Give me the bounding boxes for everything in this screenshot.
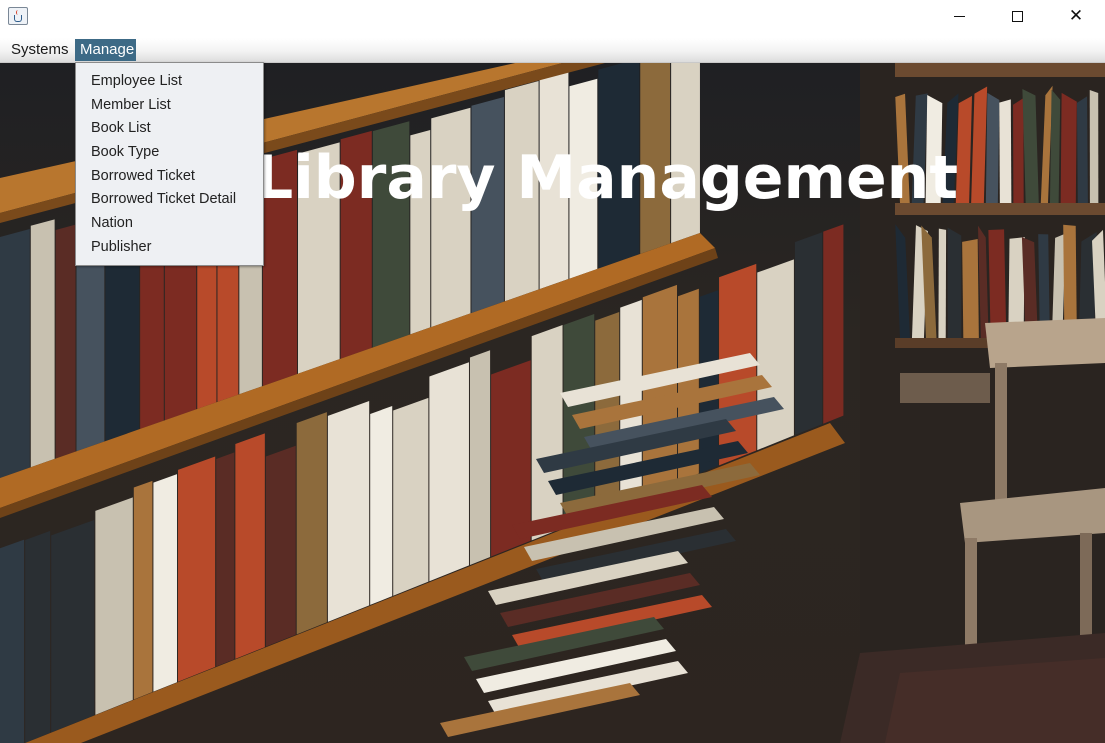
book-spine	[1076, 96, 1088, 203]
book-spine	[55, 224, 76, 459]
close-button[interactable]: ✕	[1047, 0, 1105, 32]
menu-item-book-list[interactable]: Book List	[76, 117, 263, 141]
maximize-icon	[1011, 10, 1023, 22]
minimize-button[interactable]	[930, 0, 988, 32]
book-spine	[938, 228, 947, 338]
minimize-icon	[953, 15, 965, 17]
book-spine	[1013, 98, 1024, 203]
app-window: ✕ Library Management Systems Manage Empl…	[0, 0, 1105, 743]
menu-systems[interactable]: Systems	[6, 39, 74, 61]
menu-item-borrowed-ticket[interactable]: Borrowed Ticket	[76, 165, 263, 189]
menu-bar: Systems Manage	[0, 38, 1105, 63]
book-spine	[153, 474, 178, 692]
book-spine	[178, 456, 216, 682]
book-spine	[794, 232, 823, 436]
book-spine	[757, 259, 794, 451]
page-heading: Library Management	[255, 143, 959, 213]
book-spine	[823, 224, 844, 424]
menu-item-nation[interactable]: Nation	[76, 212, 263, 236]
book-spine	[296, 412, 327, 635]
book-spine	[327, 401, 370, 622]
book-spine	[235, 433, 265, 659]
book-spine	[51, 519, 95, 733]
book-spine	[999, 99, 1012, 203]
book-spine	[429, 362, 469, 582]
java-app-icon	[8, 7, 28, 25]
book-spine	[962, 239, 979, 338]
book-spine	[393, 397, 429, 596]
menu-item-borrowed-ticket-detail[interactable]: Borrowed Ticket Detail	[76, 188, 263, 212]
book-spine	[30, 219, 55, 468]
book-spine	[1060, 92, 1077, 203]
book-spine	[947, 227, 962, 338]
menu-item-employee-list[interactable]: Employee List	[76, 70, 263, 94]
book-spine	[531, 325, 563, 541]
book-spine	[370, 406, 393, 605]
book-spine	[95, 497, 133, 715]
menu-item-member-list[interactable]: Member List	[76, 94, 263, 118]
book-spine	[699, 290, 719, 474]
book-spine	[216, 452, 235, 667]
book-spine	[988, 229, 1007, 338]
manage-dropdown-menu: Employee List Member List Book List Book…	[75, 62, 264, 266]
book-spine	[25, 530, 51, 743]
book-spine	[1049, 89, 1061, 203]
menu-item-publisher[interactable]: Publisher	[76, 236, 263, 260]
menu-manage[interactable]: Manage	[75, 39, 136, 61]
book-spine	[469, 350, 491, 566]
menu-item-book-type[interactable]: Book Type	[76, 141, 263, 165]
book-spine	[985, 92, 1000, 203]
title-bar: ✕	[0, 0, 1105, 36]
close-icon: ✕	[1068, 6, 1084, 26]
book-spine	[431, 107, 471, 328]
book-spine	[0, 539, 25, 743]
book-spine	[1089, 90, 1099, 203]
book-spine	[133, 480, 153, 700]
book-spine	[0, 228, 30, 478]
maximize-button[interactable]	[988, 0, 1046, 32]
book-spine	[265, 445, 296, 647]
